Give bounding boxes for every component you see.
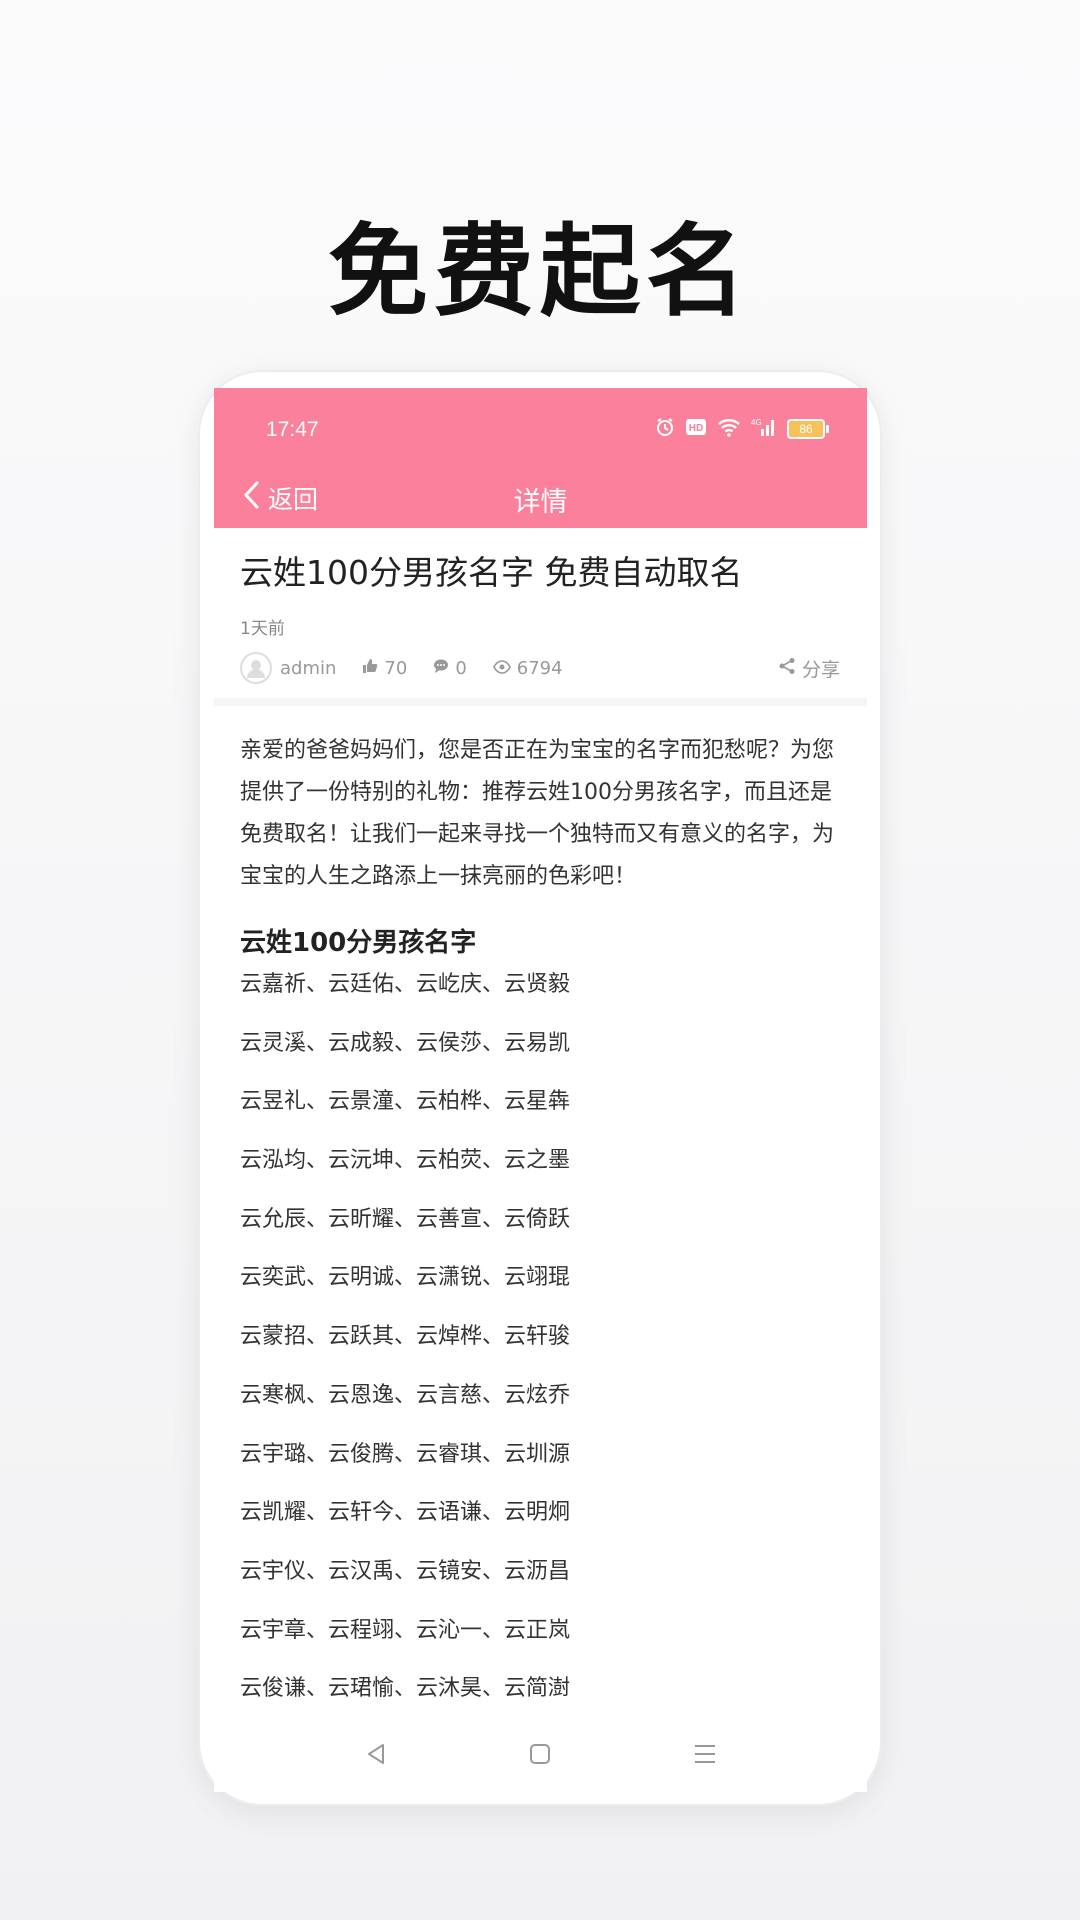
status-icons: HD 4G 86 [655,417,829,441]
section-heading: 云姓100分男孩名字 [240,928,477,958]
list-item: 云嘉祈、云廷佑、云屹庆、云贤毅 [240,972,571,997]
phone-screen: 17:47 HD 4G 86 返回 详情 云姓100分男孩名字 免费自动取名 1… [214,388,867,1792]
comment-icon [433,658,449,679]
list-item: 云灵溪、云成毅、云侯莎、云易凯 [240,1030,571,1056]
comment-button[interactable]: 0 [433,657,467,679]
top-navbar: 返回 详情 [214,468,867,528]
svg-text:HD: HD [689,423,703,434]
status-time: 17:47 [266,418,319,441]
view-count: 6794 [516,657,563,679]
avatar-icon[interactable] [240,652,272,684]
thumbs-up-icon [362,658,378,679]
list-item: 云宇璐、云俊腾、云睿琪、云圳源 [240,1441,571,1467]
list-item: 云昱礼、云景潼、云柏桦、云星犇 [240,1089,571,1115]
article-header: 云姓100分男孩名字 免费自动取名 1天前 admin 70 0 6794 分享 [214,528,867,698]
list-item: 云奕武、云明诚、云潇锐、云翊琨 [240,1265,571,1291]
status-bar: 17:47 HD 4G 86 [214,388,867,468]
hd-icon: HD [685,418,707,440]
eye-icon [492,658,511,679]
article-body: 亲爱的爸爸妈妈们，您是否正在为宝宝的名字而犯愁呢？为您提供了一份特别的礼物：推荐… [240,730,844,1728]
like-count: 70 [384,657,408,679]
wifi-icon [717,417,741,441]
author-label: admin [280,657,337,679]
promo-title: 免费起名 [328,213,752,330]
view-count-item: 6794 [492,657,563,679]
list-item: 云蒙招、云跃其、云焯桦、云轩骏 [240,1324,571,1350]
list-item: 云泓均、云沅坤、云柏荧、云之墨 [240,1148,571,1174]
share-label: 分享 [801,658,840,681]
article-title: 云姓100分男孩名字 免费自动取名 [240,553,743,592]
share-button[interactable]: 分享 [778,655,840,682]
comment-count: 0 [455,657,467,679]
svg-text:4G: 4G [751,418,762,427]
back-triangle-icon[interactable] [358,1736,394,1772]
menu-lines-icon[interactable] [687,1736,723,1772]
page-title: 详情 [513,487,568,518]
home-square-icon[interactable] [522,1736,558,1772]
list-item: 云宇章、云程翊、云沁一、云正岚 [240,1617,571,1643]
share-icon [778,657,796,680]
battery-icon: 86 [787,419,829,439]
article-meta: admin 70 0 6794 分享 [240,650,840,686]
alarm-icon [655,417,675,441]
list-item: 云允辰、云昕耀、云善宣、云倚跃 [240,1206,571,1232]
article-intro: 亲爱的爸爸妈妈们，您是否正在为宝宝的名字而犯愁呢？为您提供了一份特别的礼物：推荐… [240,738,835,889]
list-item: 云凯耀、云轩今、云语谦、云明炯 [240,1500,571,1526]
author-name[interactable]: admin [280,658,336,679]
signal-icon: 4G [751,417,777,441]
system-nav-bar [214,1716,867,1792]
like-button[interactable]: 70 [362,658,407,679]
divider [214,698,867,706]
name-list: 云嘉祈、云廷佑、云屹庆、云贤毅 云灵溪、云成毅、云侯莎、云易凯 云昱礼、云景潼、… [240,965,844,1728]
list-item: 云宇仪、云汉禹、云镜安、云沥昌 [240,1558,571,1584]
article-time: 1天前 [240,619,285,639]
list-item: 云寒枫、云恩逸、云言慈、云炫乔 [240,1382,571,1408]
